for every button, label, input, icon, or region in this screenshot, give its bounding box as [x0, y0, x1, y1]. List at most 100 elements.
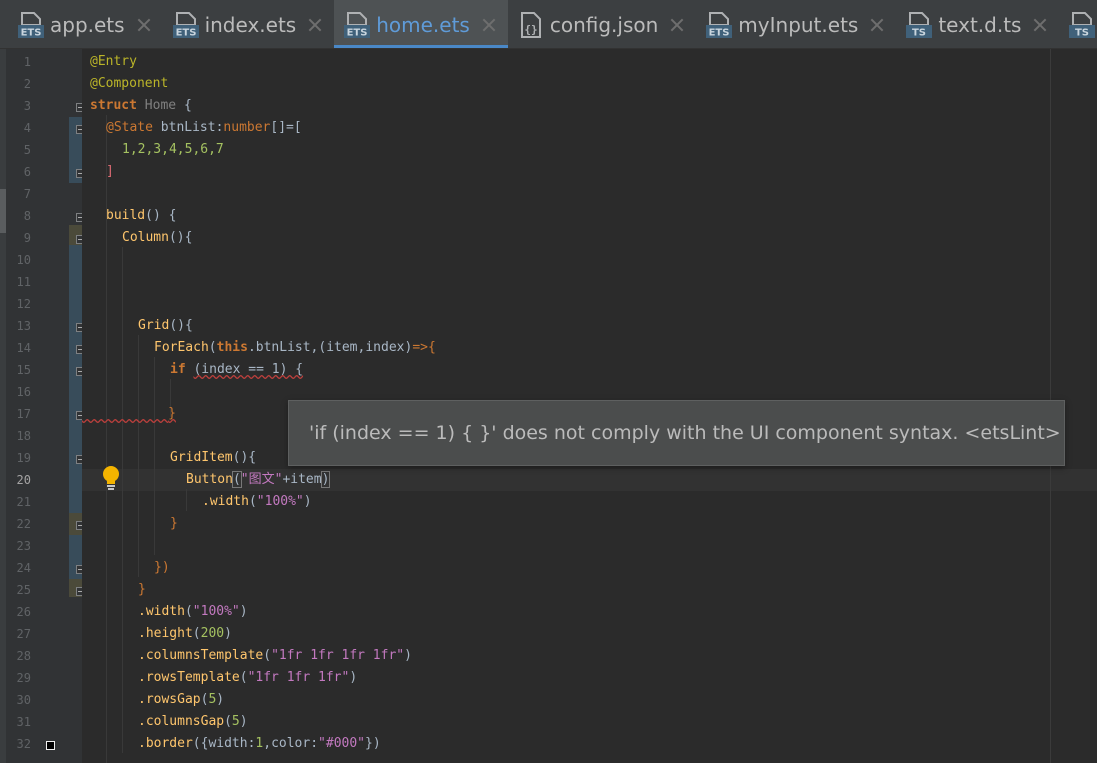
- code-line: .columnsGap(5): [138, 711, 248, 733]
- line-number: 4: [23, 121, 31, 135]
- tooltip-message: 'if (index == 1) { }' does not comply wi…: [309, 422, 1061, 444]
- keyword-if: if: [170, 362, 186, 377]
- svg-text:{}: {}: [524, 23, 537, 36]
- line-number: 25: [16, 583, 31, 597]
- ets-file-icon: ETS: [706, 11, 733, 39]
- line-number: 26: [16, 605, 31, 619]
- close-icon[interactable]: [308, 18, 322, 32]
- code-token: ): [349, 670, 358, 685]
- code-line: }): [154, 557, 170, 579]
- close-icon[interactable]: [1033, 18, 1047, 32]
- tab-app-ets[interactable]: ETS app.ets: [8, 0, 163, 48]
- line-number: 18: [16, 429, 31, 443]
- code-line: .columnsTemplate("1fr 1fr 1fr 1fr"): [138, 645, 412, 667]
- code-token: +item: [282, 472, 322, 487]
- code-line: }: [170, 513, 178, 535]
- line-number: 7: [23, 187, 31, 201]
- error-squiggle-indent: [82, 406, 168, 421]
- code-token: (: [208, 340, 217, 355]
- code-token: {: [183, 98, 192, 113]
- ets-file-icon: ETS: [344, 11, 371, 39]
- code-token: ): [224, 626, 232, 641]
- code-token: (: [192, 626, 201, 641]
- decorator-state: @State: [106, 120, 153, 135]
- code-line: @State btnList:number[]=[: [106, 117, 302, 139]
- keyword-struct: struct: [90, 98, 137, 113]
- ts-file-icon: TS: [1069, 11, 1096, 39]
- code-line: .width("100%"): [202, 491, 312, 513]
- code-token: ): [239, 604, 248, 619]
- indent-guide: [122, 247, 123, 753]
- line-number: 14: [16, 341, 31, 355]
- code-line: .rowsGap(5): [138, 689, 224, 711]
- tab-label: app.ets: [50, 12, 125, 37]
- lightbulb-icon[interactable]: [101, 465, 121, 491]
- editor-gutter[interactable]: 1 2 3 4 5 6 7 8 9 10 11 12 13 14 15 16 1…: [0, 49, 85, 763]
- line-number: 2: [23, 77, 31, 91]
- code-line: Grid(){: [138, 315, 193, 337]
- code-line: ForEach(this.btnList,(item,index)=>{: [154, 337, 436, 359]
- string-literal: "1fr 1fr 1fr": [247, 670, 350, 685]
- tab-home-ets[interactable]: ETS home.ets: [334, 0, 508, 48]
- close-icon[interactable]: [137, 18, 151, 32]
- struct-name: Home: [144, 98, 177, 113]
- method-width: .width: [138, 604, 185, 619]
- line-number: 24: [16, 561, 31, 575]
- tab-myinput-ets[interactable]: ETS myInput.ets: [696, 0, 896, 48]
- tab-index-ets[interactable]: ETS index.ets: [163, 0, 335, 48]
- code-token: }): [154, 560, 170, 575]
- line-number: 16: [16, 385, 31, 399]
- method-columnsgap: .columnsGap: [138, 714, 225, 729]
- code-token: ): [216, 692, 225, 707]
- code-token: (){: [232, 450, 257, 465]
- number-literal: 200: [200, 626, 225, 641]
- component-column: Column: [122, 230, 169, 245]
- tab-label: myInput.ets: [738, 12, 859, 37]
- tab-config-json[interactable]: {} config.json: [508, 0, 696, 48]
- code-token: (){: [168, 230, 193, 245]
- code-line: .height(200): [138, 623, 232, 645]
- ts-file-icon: TS: [906, 11, 933, 39]
- code-token: (: [224, 714, 232, 729]
- svg-text:TS: TS: [912, 27, 926, 38]
- code-token: .btnList,(item,index): [247, 340, 413, 355]
- tab-text-d-ts[interactable]: TS text.d.ts: [896, 0, 1059, 48]
- line-number: 28: [16, 649, 31, 663]
- breakpoint-marker-icon[interactable]: [46, 741, 55, 750]
- indent-guide: [154, 357, 155, 555]
- component-griditem: GridItem: [170, 450, 233, 465]
- string-literal: "100%": [192, 604, 240, 619]
- code-line: .border({width:1,color:"#000"}): [138, 733, 381, 755]
- json-file-icon: {}: [518, 11, 544, 39]
- method-rowstemplate: .rowsTemplate: [138, 670, 240, 685]
- line-number: 9: [23, 231, 31, 245]
- code-line-current: Button("图文"+item): [186, 469, 331, 491]
- close-icon[interactable]: [482, 18, 496, 32]
- string-literal: "图文": [240, 472, 283, 487]
- line-number: 19: [16, 451, 31, 465]
- tab-label: text.d.ts: [938, 12, 1022, 37]
- code-token: }: [170, 516, 178, 531]
- svg-text:ETS: ETS: [709, 27, 730, 38]
- matched-bracket: (: [231, 471, 242, 488]
- code-token: () {: [145, 208, 177, 223]
- ets-file-icon: ETS: [18, 11, 44, 39]
- close-icon[interactable]: [870, 18, 884, 32]
- tab-common[interactable]: TS common: [1059, 0, 1097, 48]
- code-token: =>{: [412, 340, 436, 355]
- gutter-strip: [0, 49, 6, 763]
- close-icon[interactable]: [670, 18, 684, 32]
- line-number: 10: [16, 253, 31, 267]
- tab-label: home.ets: [376, 12, 470, 37]
- code-line: GridItem(){: [170, 447, 256, 469]
- code-token: (: [263, 648, 272, 663]
- line-number: 8: [23, 209, 31, 223]
- code-token: (: [248, 494, 257, 509]
- tab-bar-left-edge: [0, 0, 8, 48]
- line-number: 29: [16, 671, 31, 685]
- code-token: ,color:: [263, 736, 319, 751]
- number-list: 1,2,3,4,5,6,7: [122, 142, 224, 157]
- component-foreach: ForEach: [154, 340, 209, 355]
- code-line: build() {: [106, 205, 176, 227]
- line-number: 22: [16, 517, 31, 531]
